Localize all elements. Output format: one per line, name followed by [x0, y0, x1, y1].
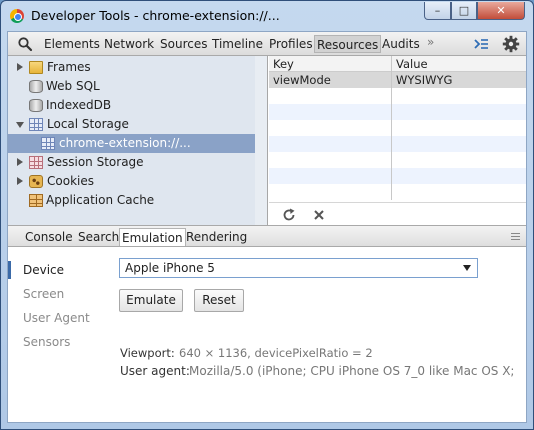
- application-cache-icon: [29, 194, 43, 207]
- empty-row: [269, 104, 526, 120]
- viewport-value: 640 × 1136, devicePixelRatio = 2: [179, 346, 373, 360]
- column-header-key[interactable]: Key: [269, 56, 392, 72]
- active-nav-marker: [8, 261, 11, 279]
- tab-search[interactable]: Search: [76, 228, 121, 246]
- refresh-icon[interactable]: [281, 207, 297, 223]
- storage-data-grid: Key Value viewMode WYSIWYG: [269, 56, 526, 202]
- tree-item-cookies[interactable]: Cookies: [8, 172, 267, 191]
- close-button[interactable]: ✕: [477, 2, 525, 20]
- resources-sidebar: Frames Web SQL IndexedDB Local Storage c…: [8, 56, 268, 225]
- nav-device[interactable]: Device: [23, 263, 64, 277]
- nav-user-agent[interactable]: User Agent: [23, 311, 90, 325]
- database-icon: [29, 80, 43, 93]
- tree-item-label: Web SQL: [46, 79, 100, 93]
- database-icon: [29, 99, 43, 112]
- empty-row: [269, 136, 526, 152]
- device-select-value: Apple iPhone 5: [125, 261, 215, 275]
- chevron-down-icon: [463, 265, 471, 271]
- tree-item-session-storage[interactable]: Session Storage: [8, 153, 267, 172]
- grid-header: Key Value: [269, 56, 526, 72]
- maximize-button[interactable]: □: [451, 2, 477, 20]
- tab-profiles[interactable]: Profiles: [267, 35, 315, 53]
- tab-console[interactable]: Console: [23, 228, 75, 246]
- tree-item-label: chrome-extension://...: [59, 136, 191, 150]
- tree-item-label: Frames: [47, 60, 91, 74]
- tab-rendering[interactable]: Rendering: [184, 228, 249, 246]
- title-bar[interactable]: Developer Tools - chrome-extension://...…: [1, 1, 533, 31]
- tab-timeline[interactable]: Timeline: [210, 35, 265, 53]
- tree-item-local-storage[interactable]: Local Storage: [8, 115, 267, 134]
- tree-item-label: IndexedDB: [46, 98, 112, 112]
- minimize-button[interactable]: –: [424, 2, 451, 20]
- cell-key[interactable]: viewMode: [269, 72, 392, 88]
- device-select[interactable]: Apple iPhone 5: [119, 258, 478, 278]
- tree-item-label: Cookies: [47, 174, 94, 188]
- emulate-button[interactable]: Emulate: [119, 289, 183, 312]
- tree-item-web-sql[interactable]: Web SQL: [8, 77, 267, 96]
- tree-item-label: Application Cache: [46, 193, 155, 207]
- folder-icon: [29, 61, 43, 74]
- nav-screen[interactable]: Screen: [23, 287, 64, 301]
- tab-sources[interactable]: Sources: [158, 35, 209, 53]
- gear-icon[interactable]: [502, 35, 520, 53]
- tab-audits[interactable]: Audits: [380, 35, 422, 53]
- empty-row: [269, 88, 526, 104]
- empty-row: [269, 184, 526, 200]
- close-icon: ✕: [496, 4, 506, 17]
- nav-sensors[interactable]: Sensors: [23, 335, 70, 349]
- column-header-value[interactable]: Value: [392, 56, 526, 72]
- user-agent-info: User agent: Mozilla/5.0 (iPhone; CPU iPh…: [120, 364, 518, 380]
- cell-value[interactable]: WYSIWYG: [392, 72, 526, 88]
- window-title: Developer Tools - chrome-extension://...: [31, 8, 280, 23]
- sidebar-scrollbar[interactable]: [255, 56, 267, 225]
- drawer-tab-bar: Console Search Emulation Rendering: [8, 225, 526, 247]
- emulation-nav: Device Screen User Agent Sensors: [8, 247, 108, 422]
- tree-item-label: Local Storage: [47, 117, 129, 131]
- empty-row: [269, 120, 526, 136]
- tree-item-frames[interactable]: Frames: [8, 58, 267, 77]
- empty-row: [269, 168, 526, 184]
- main-toolbar: Elements Network Sources Timeline Profil…: [8, 32, 526, 56]
- storage-grid-icon: [29, 118, 43, 131]
- console-drawer-icon[interactable]: [473, 37, 489, 51]
- viewport-info: Viewport: 640 × 1136, devicePixelRatio =…: [120, 346, 373, 360]
- delete-icon[interactable]: [311, 207, 327, 223]
- user-agent-label: User agent:: [120, 364, 190, 378]
- storage-grid-icon: [29, 156, 43, 169]
- drawer-menu-icon[interactable]: [511, 233, 520, 240]
- tab-network[interactable]: Network: [102, 35, 156, 53]
- expand-arrow-icon[interactable]: [17, 63, 23, 71]
- devtools-panel: Elements Network Sources Timeline Profil…: [7, 31, 527, 423]
- reset-button[interactable]: Reset: [194, 289, 244, 312]
- tree-item-application-cache[interactable]: Application Cache: [8, 191, 267, 210]
- tab-elements[interactable]: Elements: [42, 35, 102, 53]
- search-icon[interactable]: [17, 36, 33, 52]
- more-tabs-button[interactable]: »: [427, 35, 434, 49]
- user-agent-value: Mozilla/5.0 (iPhone; CPU iPhone OS 7_0 l…: [189, 364, 518, 378]
- table-row[interactable]: viewMode WYSIWYG: [269, 72, 526, 88]
- expand-arrow-icon[interactable]: [17, 158, 23, 166]
- tree-item-label: Session Storage: [47, 155, 144, 169]
- chrome-app-icon: [10, 9, 24, 23]
- devtools-window: Developer Tools - chrome-extension://...…: [0, 0, 534, 430]
- expand-arrow-icon[interactable]: [17, 177, 23, 185]
- storage-grid-icon: [41, 137, 55, 150]
- tree-item-indexeddb[interactable]: IndexedDB: [8, 96, 267, 115]
- maximize-icon: □: [458, 4, 470, 17]
- cookie-icon: [29, 175, 43, 188]
- tree-item-chrome-extension-origin[interactable]: chrome-extension://...: [8, 134, 267, 153]
- viewport-label: Viewport:: [120, 346, 175, 360]
- empty-row: [269, 152, 526, 168]
- grid-status-bar: [269, 202, 526, 225]
- tab-emulation[interactable]: Emulation: [119, 228, 186, 246]
- emulation-panel: Device Screen User Agent Sensors Apple i…: [8, 247, 526, 422]
- minimize-icon: –: [434, 4, 441, 17]
- tab-resources[interactable]: Resources: [314, 35, 382, 53]
- collapse-arrow-icon[interactable]: [16, 122, 24, 128]
